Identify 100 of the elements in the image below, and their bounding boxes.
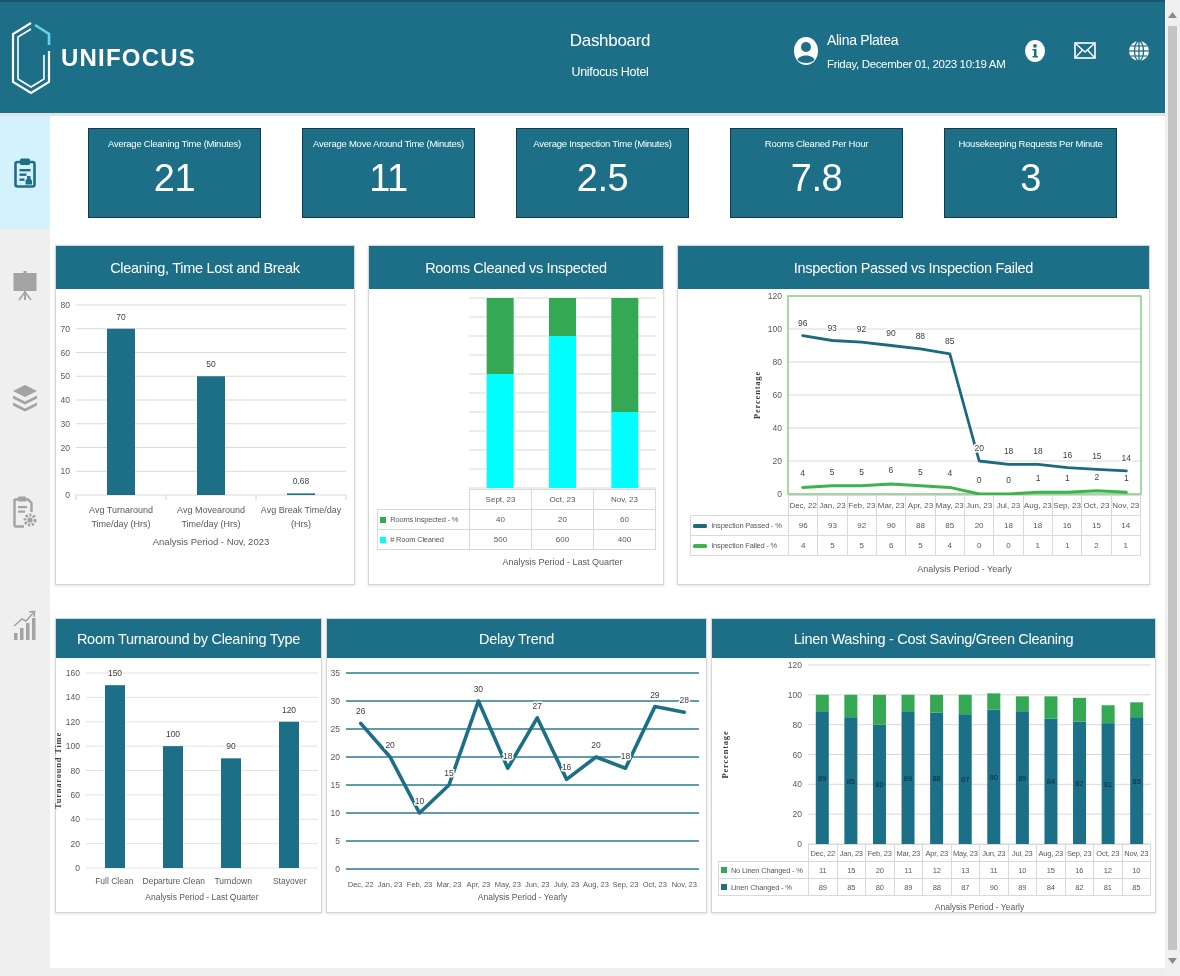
panel-header: Inspection Passed vs Inspection Failed [678, 246, 1149, 289]
data-label: 5 [859, 466, 864, 477]
table-cell: 20 [964, 515, 994, 536]
data-label: 4 [947, 468, 953, 479]
y-tick-label: 35 [330, 668, 340, 678]
info-icon[interactable] [1025, 39, 1046, 62]
y-axis-title: Percentage [752, 371, 762, 419]
x-tick-label: May, 23 [935, 495, 965, 516]
data-label: 96 [797, 317, 808, 328]
data-label: 29 [650, 689, 660, 700]
x-tick-label: Feb, 23 [847, 495, 877, 516]
layers-icon [12, 383, 38, 414]
data-label: 20 [591, 740, 601, 750]
y-tick-label: 140 [65, 692, 80, 703]
clipboard-icon [14, 157, 36, 188]
data-label: 85 [945, 335, 955, 346]
kpi-value: 3 [1020, 159, 1041, 197]
y-tick-label: 80 [60, 300, 70, 310]
table-cell: 96 [788, 515, 818, 536]
x-tick-label: Turndown [214, 875, 252, 888]
hotel-name: Unifocus Hotel [571, 64, 649, 79]
y-tick-label: 40 [70, 814, 80, 825]
brand-name: UNIFOCUS [61, 43, 196, 72]
data-label: 30 [473, 684, 484, 694]
x-tick-label: Sept, 23 [469, 489, 532, 510]
y-tick-label: 0 [335, 864, 340, 874]
table-cell: 92 [847, 515, 877, 536]
y-tick-label: 60 [792, 749, 802, 760]
table-cell: 18 [993, 515, 1024, 536]
y-axis-title: Turnaround Time [53, 731, 63, 810]
table-cell: 0 [993, 535, 1024, 556]
x-axis-title: Analysis Period - Nov, 2023 [151, 536, 271, 547]
date-time: Friday, December 01, 2023 10:19 AM [827, 57, 1006, 70]
data-label: 92 [856, 324, 867, 335]
table-cell: 88 [905, 515, 936, 536]
table-cell: 5 [817, 535, 848, 556]
y-tick-label: 60 [772, 390, 782, 400]
data-label: 1 [1123, 473, 1129, 484]
data-label: 90 [226, 741, 236, 752]
mail-icon[interactable] [1074, 42, 1097, 59]
panel-header: Rooms Cleaned vs Inspected [369, 246, 663, 289]
y-tick-label: 100 [65, 741, 80, 752]
panel-header: Cleaning, Time Lost and Break [56, 246, 354, 289]
y-tick-label: 70 [60, 323, 70, 334]
y-tick-label: 20 [330, 752, 340, 762]
x-tick-label: Nov, 23 [593, 489, 656, 510]
data-label: 15 [1092, 451, 1102, 462]
scroll-down-icon[interactable] [1168, 958, 1177, 964]
data-label: 18 [1033, 446, 1043, 457]
data-label: 2 [1094, 471, 1100, 482]
hexagon-logo-icon [11, 20, 51, 95]
table-cell: 85 [935, 515, 965, 536]
y-tick-label: 160 [65, 668, 80, 678]
x-tick-label: Sep, 23 [1052, 495, 1082, 516]
growth-chart-icon [13, 608, 37, 641]
y-tick-label: 40 [60, 395, 70, 405]
y-tick-label: 0 [777, 489, 782, 499]
document-gear-icon [13, 495, 37, 528]
kpi-label: Average Move Around Time (Minutes) [313, 138, 464, 149]
x-tick-label: Avg Break Time/day (Hrs) [259, 504, 343, 531]
data-label: 50 [206, 359, 216, 370]
y-tick-label: 0 [75, 863, 80, 873]
table-cell: 2 [1081, 535, 1112, 556]
data-label: 4 [800, 468, 806, 479]
y-tick-label: 80 [792, 719, 802, 730]
kpi-value: 21 [153, 159, 196, 197]
table-cell: 400 [593, 529, 656, 550]
x-axis-title: Analysis Period - Yearly [916, 564, 1013, 574]
sidebar-item[interactable] [0, 116, 50, 229]
globe-icon[interactable] [1128, 39, 1151, 62]
data-label: 10 [414, 796, 425, 806]
x-tick-label: Mar, 23 [876, 495, 906, 516]
table-cell: 90 [876, 515, 906, 536]
panel-header: Linen Washing - Cost Saving/Green Cleaning [712, 619, 1155, 658]
data-label: 100 [165, 729, 181, 740]
data-label: 0 [976, 475, 982, 485]
data-label: 0.68 [292, 476, 310, 487]
user-avatar-icon[interactable] [794, 36, 818, 65]
kpi-label: Average Inspection Time (Minutes) [533, 138, 672, 149]
table-cell: 600 [531, 529, 594, 550]
table-cell: 60 [593, 509, 656, 530]
table-cell: 4 [788, 535, 818, 556]
data-label: 18 [503, 751, 513, 762]
table-cell: 15 [1081, 515, 1112, 536]
y-tick-label: 80 [772, 357, 782, 367]
scrollbar-thumb[interactable] [1168, 26, 1177, 950]
data-label: 93 [827, 322, 837, 333]
table-cell: 1 [1052, 535, 1082, 556]
x-tick-label: Jul, 23 [993, 495, 1024, 516]
kpi-value: 2.5 [576, 159, 629, 197]
data-label: 6 [888, 465, 894, 476]
x-tick-label: Nov, 23 [1111, 495, 1141, 516]
data-label: 150 [107, 668, 123, 679]
x-tick-label: Avg Movearound Time/day (Hrs) [176, 504, 246, 531]
table-cell: 93 [817, 515, 848, 536]
easel-board-icon [13, 270, 37, 301]
scroll-up-icon[interactable] [1168, 12, 1177, 18]
kpi-label: Rooms Cleaned Per Hour [764, 138, 869, 149]
user-name: Alina Platea [827, 31, 900, 48]
data-label: 0 [1006, 475, 1011, 485]
